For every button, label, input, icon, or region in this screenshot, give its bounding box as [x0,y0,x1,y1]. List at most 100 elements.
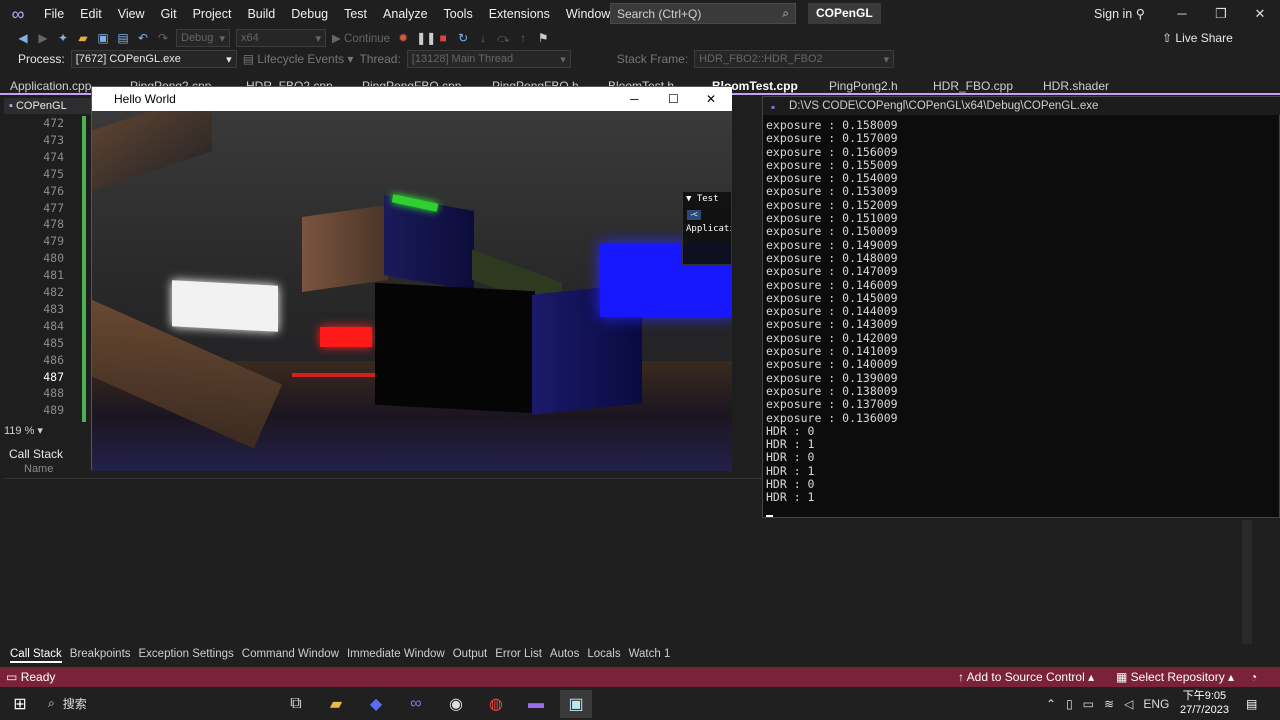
zoom-value: 119 % [4,425,35,437]
menu-build[interactable]: Build [239,0,283,28]
platform-select[interactable]: x64 ▾ [236,29,326,47]
maximize-button[interactable]: ☐ [668,92,679,106]
taskbar-search[interactable]: ⌕ 搜索 [40,687,276,720]
tool-tab-call-stack[interactable]: Call Stack [10,645,62,663]
console-window[interactable]: ▪ D:\VS CODE\COPengl\COPenGL\x64\Debug\C… [762,96,1280,518]
opengl-render-viewport[interactable]: ▼ Test -< Applicatio [92,111,732,471]
tool-tab-command-window[interactable]: Command Window [242,645,339,663]
restart-icon[interactable]: ↻ [456,31,470,45]
pause-icon[interactable]: ❚❚ [416,31,436,45]
open-folder-icon[interactable]: ▰ [76,31,90,45]
clock[interactable]: 下午9:05 27/7/2023 [1180,689,1229,717]
flame-icon[interactable]: ✹ [396,31,410,45]
vertical-scrollbar[interactable] [1242,520,1252,644]
lifecycle-events-button[interactable]: ▤ Lifecycle Events ▾ [243,52,354,66]
battery-icon[interactable]: ▭ [1083,697,1094,711]
dark-crate-front [375,282,535,414]
menu-test[interactable]: Test [336,0,375,28]
stop-icon[interactable]: ■ [436,31,450,45]
windows-start-icon[interactable]: ⊞ [4,690,36,718]
minimize-button[interactable]: ─ [630,92,639,106]
visual-studio-icon[interactable]: ∞ [400,690,432,718]
gl-window-title: Hello World [114,92,176,106]
call-stack-name-column[interactable]: Name [24,463,53,475]
chevron-up-icon[interactable]: ⌃ [1046,697,1056,711]
tool-tab-breakpoints[interactable]: Breakpoints [70,645,131,663]
menu-edit[interactable]: Edit [72,0,110,28]
tool-tab-immediate-window[interactable]: Immediate Window [347,645,445,663]
chevron-down-icon: ▾ [560,53,566,66]
recorder-icon[interactable]: ◉ [440,690,472,718]
menu-debug[interactable]: Debug [283,0,336,28]
language-indicator[interactable]: ENG [1143,697,1169,711]
menu-analyze[interactable]: Analyze [375,0,435,28]
restore-button[interactable]: ❐ [1211,4,1231,24]
tool-tab-output[interactable]: Output [453,645,488,663]
thread-select[interactable]: [13128] Main Thread ▾ [406,50,571,68]
undo-icon[interactable]: ↶ [136,31,150,45]
continue-button[interactable]: ▶ Continue [332,31,390,45]
media-app-icon[interactable]: ◆ [360,690,392,718]
action-center-icon[interactable]: ▤ [1246,697,1257,711]
close-button[interactable]: ✕ [706,92,716,106]
live-share-button[interactable]: ⇧ Live Share [1162,31,1233,45]
device-icon[interactable]: ▯ [1066,697,1073,711]
stack-frame-select[interactable]: HDR_FBO2::HDR_FBO2 ▾ [694,50,895,68]
process-value: [7672] COPenGL.exe [75,53,181,65]
imgui-test-window[interactable]: ▼ Test -< Applicatio [682,191,732,265]
tab-hdr-fbo-cpp[interactable]: HDR_FBO.cpp [933,78,1013,95]
menu-extensions[interactable]: Extensions [481,0,558,28]
tab-pingpong2-h[interactable]: PingPong2.h [829,78,898,95]
save-all-icon[interactable]: ▤ [116,31,130,45]
tool-tab-exception-settings[interactable]: Exception Settings [139,645,234,663]
redo-icon[interactable]: ↷ [156,31,170,45]
step-out-icon[interactable]: ↑ [516,31,530,45]
imgui-button[interactable]: -< [687,210,701,220]
file-explorer-icon[interactable]: ▰ [320,690,352,718]
visual-studio-logo-icon[interactable]: ∞ [0,0,36,28]
task-view-icon[interactable]: ⧉ [280,690,312,718]
wifi-icon[interactable]: ≋ [1104,697,1114,711]
select-repository-button[interactable]: ▦ Select Repository ▴ [1116,670,1234,684]
menu-file[interactable]: File [36,0,72,28]
search-input[interactable]: Search (Ctrl+Q) ⌕ [610,3,796,24]
volume-icon[interactable]: ◁ [1124,697,1133,711]
config-select[interactable]: Debug ▾ [176,29,230,47]
tool-tab-locals[interactable]: Locals [587,645,620,663]
imgui-item[interactable]: Applicatio [683,224,731,234]
tab-application-cpp[interactable]: Application.cpp [10,78,91,95]
save-icon[interactable]: ▣ [96,31,110,45]
menu-view[interactable]: View [110,0,153,28]
menu-tools[interactable]: Tools [436,0,481,28]
imgui-header[interactable]: ▼ Test [683,192,731,206]
tab-hdr-shader[interactable]: HDR.shader [1043,78,1109,95]
step-over-icon[interactable]: ⤼ [496,31,510,45]
minimize-button[interactable]: ─ [1172,4,1192,24]
forward-icon[interactable]: ▶ [36,31,50,45]
new-project-icon[interactable]: ✦ [56,31,70,45]
sign-in-link[interactable]: Sign in ⚲ [1094,6,1145,21]
step-into-icon[interactable]: ↓ [476,31,490,45]
menu-project[interactable]: Project [185,0,240,28]
tool-tab-autos[interactable]: Autos [550,645,579,663]
console-app-icon[interactable]: ▬ [520,690,552,718]
bookmark-icon[interactable]: ⚑ [536,31,550,45]
solution-name-badge[interactable]: COPenGL [808,3,881,24]
change-tracking-bar [82,116,86,422]
gl-app-icon[interactable]: ▣ [560,689,592,718]
menu-git[interactable]: Git [153,0,185,28]
zoom-level[interactable]: 119 % ▾ [4,424,43,437]
back-icon[interactable]: ◀ [16,31,30,45]
gl-window-titlebar[interactable]: Hello World ─ ☐ ✕ [92,87,732,111]
console-line: exposure : 0.150009 [766,224,898,239]
console-titlebar[interactable]: ▪ D:\VS CODE\COPengl\COPenGL\x64\Debug\C… [763,97,1280,115]
tool-tab-error-list[interactable]: Error List [495,645,542,663]
close-button[interactable]: ✕ [1250,4,1270,24]
process-select[interactable]: [7672] COPenGL.exe ▾ [70,50,237,68]
add-source-control-button[interactable]: ↑ Add to Source Control ▴ [958,670,1094,684]
notifications-icon[interactable]: ◔ [1250,670,1257,684]
hello-world-window[interactable]: Hello World ─ ☐ ✕ ▼ Test -< Applicatio [91,86,732,471]
tool-tab-watch-1[interactable]: Watch 1 [629,645,671,663]
editor-project-dropdown[interactable]: ▪ COPenGL [4,98,92,114]
chrome-icon[interactable]: ◍ [480,690,512,718]
